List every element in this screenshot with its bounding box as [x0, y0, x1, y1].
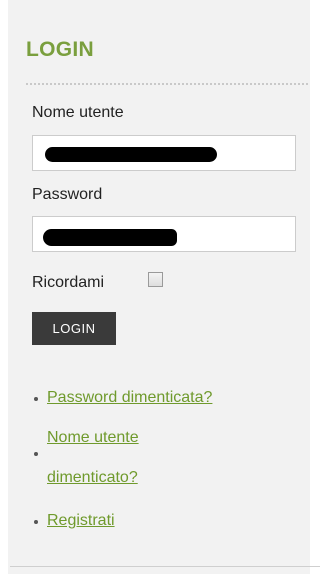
forgot-password-link[interactable]: Password dimenticata? — [47, 389, 212, 407]
bullet-icon — [34, 452, 38, 456]
module-bottom-divider — [10, 566, 320, 567]
remember-checkbox[interactable] — [148, 272, 163, 287]
password-label: Password — [32, 186, 103, 203]
password-field[interactable] — [32, 216, 296, 252]
forgot-username-link-line1[interactable]: Nome utente — [47, 429, 139, 447]
redacted-password — [43, 229, 177, 246]
login-button[interactable]: LOGIN — [32, 312, 116, 345]
register-link[interactable]: Registrati — [47, 512, 115, 530]
remember-label: Ricordami — [32, 274, 105, 291]
username-label: Nome utente — [32, 104, 124, 121]
title-divider — [26, 83, 308, 85]
module-title: LOGIN — [26, 38, 94, 61]
bullet-icon — [34, 520, 38, 524]
bullet-icon — [34, 397, 38, 401]
username-field[interactable] — [32, 135, 296, 171]
forgot-username-link-line2[interactable]: dimenticato? — [47, 469, 138, 487]
redacted-username — [45, 147, 217, 162]
